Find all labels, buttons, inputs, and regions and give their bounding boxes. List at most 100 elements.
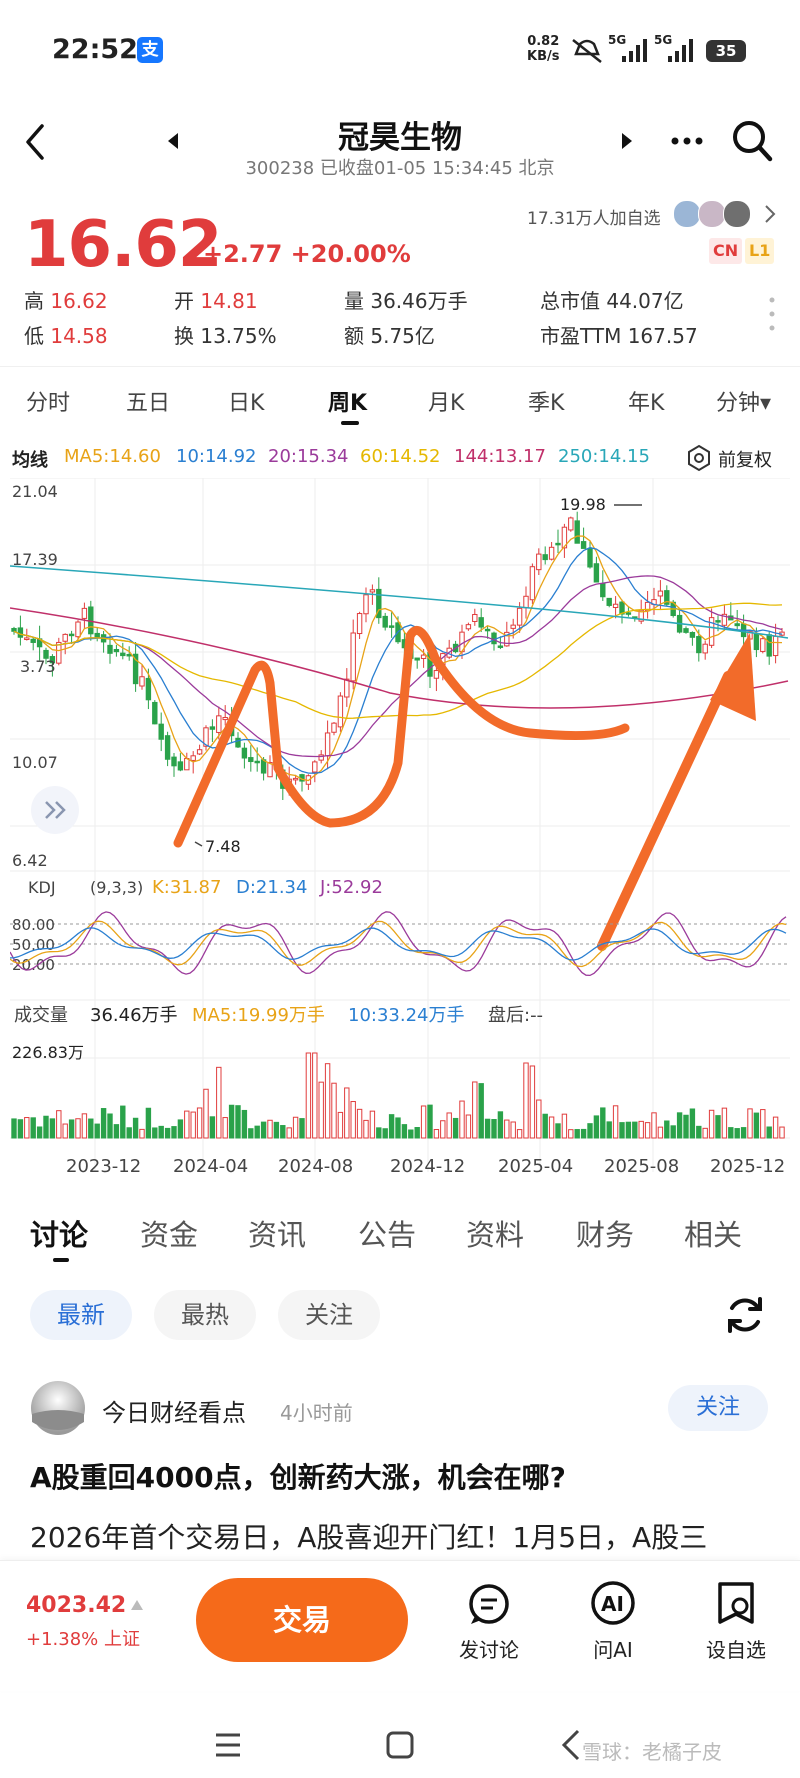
home-icon[interactable] (385, 1730, 415, 1760)
add-watchlist-icon[interactable] (714, 1580, 758, 1626)
candle-body (683, 628, 689, 633)
search-icon[interactable] (730, 118, 774, 164)
volume-bar (376, 1127, 382, 1139)
tab-monthly-k[interactable]: 月K (428, 385, 464, 417)
volume-bar (766, 1126, 772, 1139)
post-author[interactable]: 今日财经看点 (102, 1393, 246, 1428)
author-avatar[interactable] (30, 1380, 86, 1436)
volume-bar (177, 1119, 184, 1139)
tab-minute[interactable]: 分钟▾ (716, 385, 771, 417)
candle-body (612, 603, 619, 609)
ma-label: 均线 (12, 450, 48, 471)
stat-amount: 额 5.75亿 (344, 324, 435, 348)
volume-bar (113, 1124, 120, 1139)
post-title[interactable]: A股重回4000点，创新药大涨，机会在哪? (30, 1456, 566, 1496)
volume-bar (760, 1109, 766, 1139)
more-icon[interactable] (670, 136, 704, 146)
volume-max: 226.83万 (12, 1043, 84, 1062)
discuss-icon[interactable] (467, 1582, 511, 1626)
status-bar: 22:52 支 0.82 KB/s 5G 5G 35 (0, 0, 800, 100)
index-value[interactable]: 4023.42 (26, 1593, 126, 1618)
adjust-mode[interactable]: 前复权 (718, 446, 772, 472)
discuss-label[interactable]: 发讨论 (439, 1634, 539, 1663)
watchlist-label[interactable]: 设自选 (686, 1634, 786, 1663)
more-stats-icon[interactable] (768, 296, 776, 332)
volume-bar (350, 1101, 356, 1139)
volume-bar (171, 1126, 177, 1139)
tab-funds[interactable]: 资金 (140, 1212, 198, 1254)
volume-bar (708, 1109, 715, 1139)
tab-financials[interactable]: 财务 (576, 1212, 634, 1254)
volume-bar (504, 1119, 510, 1139)
volume-bar (670, 1125, 676, 1139)
follow-button[interactable]: 关注 (668, 1385, 768, 1431)
candle-body (158, 723, 164, 740)
ma5-value: MA5:14.60 (64, 446, 161, 467)
tab-announcements[interactable]: 公告 (358, 1212, 416, 1254)
ask-ai-label[interactable]: 问AI (563, 1634, 663, 1663)
volume-bar (452, 1117, 459, 1139)
tab-discussion[interactable]: 讨论 (30, 1212, 88, 1254)
volume-bar (120, 1105, 126, 1139)
settings-icon[interactable] (686, 444, 712, 472)
filter-following[interactable]: 关注 (278, 1290, 380, 1340)
price-tick: 21.04 (12, 482, 58, 501)
status-time: 22:52 (52, 34, 138, 65)
candle-body (81, 607, 88, 619)
volume-bar (555, 1123, 561, 1139)
recents-icon[interactable] (214, 1732, 242, 1758)
candle-body (30, 638, 36, 643)
tab-yearly-k[interactable]: 年K (628, 385, 664, 417)
volume-bar (363, 1119, 369, 1139)
volume-bar (228, 1104, 235, 1139)
tab-news[interactable]: 资讯 (248, 1212, 306, 1254)
ai-icon[interactable]: AI (590, 1580, 636, 1626)
kdj-label: KDJ (28, 878, 56, 897)
stock-name: 冠昊生物 (338, 120, 462, 156)
signal-icon-1: 5G (608, 33, 647, 62)
up-triangle-icon (131, 1600, 143, 1610)
filter-hot[interactable]: 最热 (154, 1290, 256, 1340)
candle-body (120, 652, 126, 657)
volume-bar (676, 1112, 683, 1139)
candle-body (715, 620, 721, 623)
tab-daily-k[interactable]: 日K (228, 385, 264, 417)
volume-bar (145, 1107, 152, 1139)
candle-body (68, 633, 75, 637)
volume-bar (600, 1107, 606, 1139)
volume-bar (529, 1065, 536, 1139)
avatar (673, 200, 701, 228)
volume-bar (491, 1119, 497, 1139)
tab-related[interactable]: 相关 (684, 1212, 742, 1254)
kdj-lines (10, 911, 787, 977)
refresh-icon[interactable] (724, 1294, 766, 1336)
volume-bar (472, 1081, 478, 1139)
date-tick: 2024-08 (278, 1156, 353, 1177)
filter-latest[interactable]: 最新 (30, 1290, 132, 1340)
tab-five-day[interactable]: 五日 (126, 385, 170, 417)
volume-bar (433, 1129, 440, 1139)
volume-bar (382, 1128, 388, 1139)
volume-bar (273, 1121, 280, 1139)
candle-body (760, 638, 766, 652)
tab-intraday[interactable]: 分时 (26, 385, 70, 417)
kline-chart[interactable]: 21.04 17.39 3.73 10.07 6.42 19.98 7.48 K… (10, 478, 790, 1178)
next-stock-icon[interactable] (620, 132, 634, 150)
trade-button[interactable]: 交易 (196, 1578, 408, 1662)
volume-bar (344, 1087, 350, 1139)
chevron-right-icon[interactable] (764, 204, 776, 224)
tab-weekly-k[interactable]: 周K (328, 385, 367, 417)
volume-bar (420, 1105, 427, 1139)
kdj-d: D:21.34 (236, 877, 307, 898)
volume-bar (337, 1111, 344, 1139)
post-body[interactable]: 2026年首个交易日，A股喜迎开门红！1月5日，A股三 (30, 1516, 780, 1556)
kdj-k: K:31.87 (152, 877, 221, 898)
back-icon[interactable] (560, 1728, 582, 1762)
volume-bar (753, 1112, 760, 1139)
signal-icon-2: 5G (654, 33, 693, 62)
tab-profile[interactable]: 资料 (466, 1212, 524, 1254)
date-tick: 2024-04 (173, 1156, 248, 1177)
candle-body (337, 695, 344, 728)
candle-body (292, 777, 299, 781)
tab-quarterly-k[interactable]: 季K (528, 385, 564, 417)
